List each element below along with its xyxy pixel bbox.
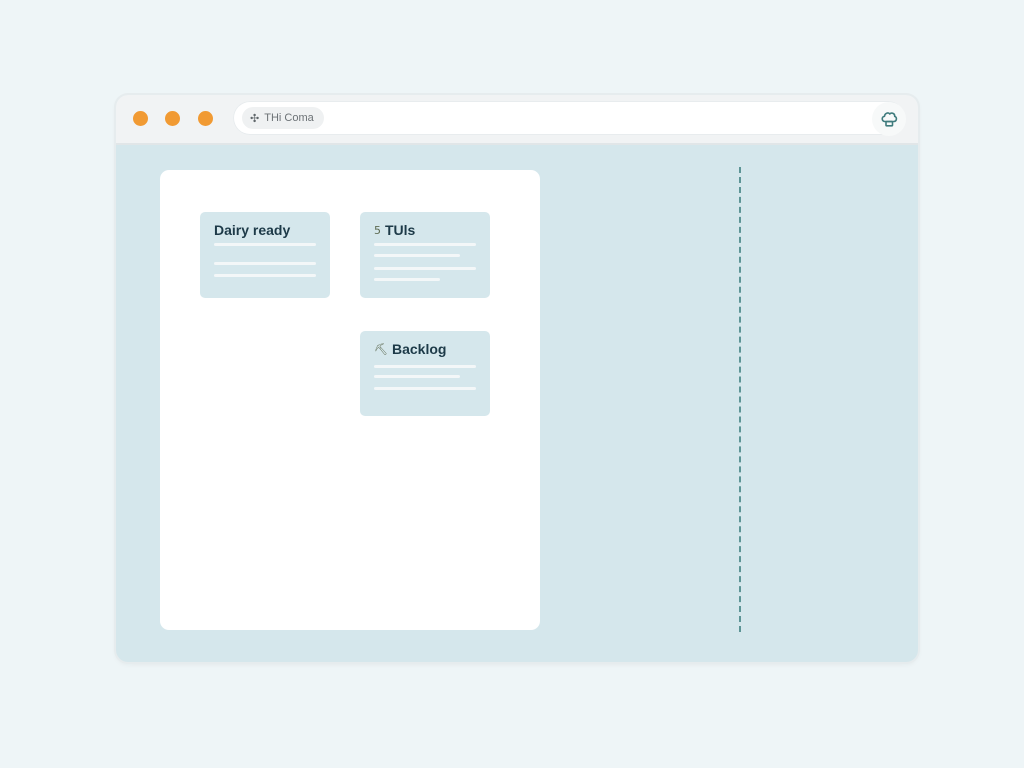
placeholder-line: [374, 243, 476, 246]
card-title: 𝟧 TUls: [374, 222, 416, 238]
close-button[interactable]: [133, 111, 148, 126]
placeholder-line: [374, 267, 476, 270]
minimize-button[interactable]: [165, 111, 180, 126]
shovel-icon: ⛏: [374, 343, 388, 356]
placeholder-line: [374, 365, 476, 368]
placeholder-line: [214, 243, 316, 246]
card-backlog[interactable]: ⛏ Backlog: [360, 331, 490, 416]
board-panel: Dairy ready 𝟧 TUls ⛏ Backlog: [160, 170, 540, 630]
address-bar[interactable]: ✣ THi Coma: [233, 101, 905, 135]
site-label: THi Coma: [264, 112, 314, 124]
placeholder-line: [374, 254, 460, 257]
dashed-divider: [739, 167, 741, 632]
placeholder-line: [214, 274, 316, 277]
chef-hat-icon: [881, 112, 898, 127]
placeholder-line: [214, 262, 316, 265]
card-title: Dairy ready: [214, 222, 291, 238]
puzzle-icon: ✣: [250, 112, 260, 125]
maximize-button[interactable]: [198, 111, 213, 126]
site-chip[interactable]: ✣ THi Coma: [242, 107, 324, 129]
placeholder-line: [374, 278, 440, 281]
title-bar: ✣ THi Coma: [116, 95, 918, 145]
profile-button[interactable]: [872, 102, 906, 136]
browser-window: ✣ THi Coma Dairy ready 𝟧 TUls ⛏ Backlog: [116, 95, 918, 662]
card-title: ⛏ Backlog: [374, 341, 447, 357]
calendar-icon: 𝟧: [374, 224, 381, 237]
card-tuls[interactable]: 𝟧 TUls: [360, 212, 490, 298]
placeholder-line: [374, 375, 460, 378]
card-dairy-ready[interactable]: Dairy ready: [200, 212, 330, 298]
placeholder-line: [374, 387, 476, 390]
